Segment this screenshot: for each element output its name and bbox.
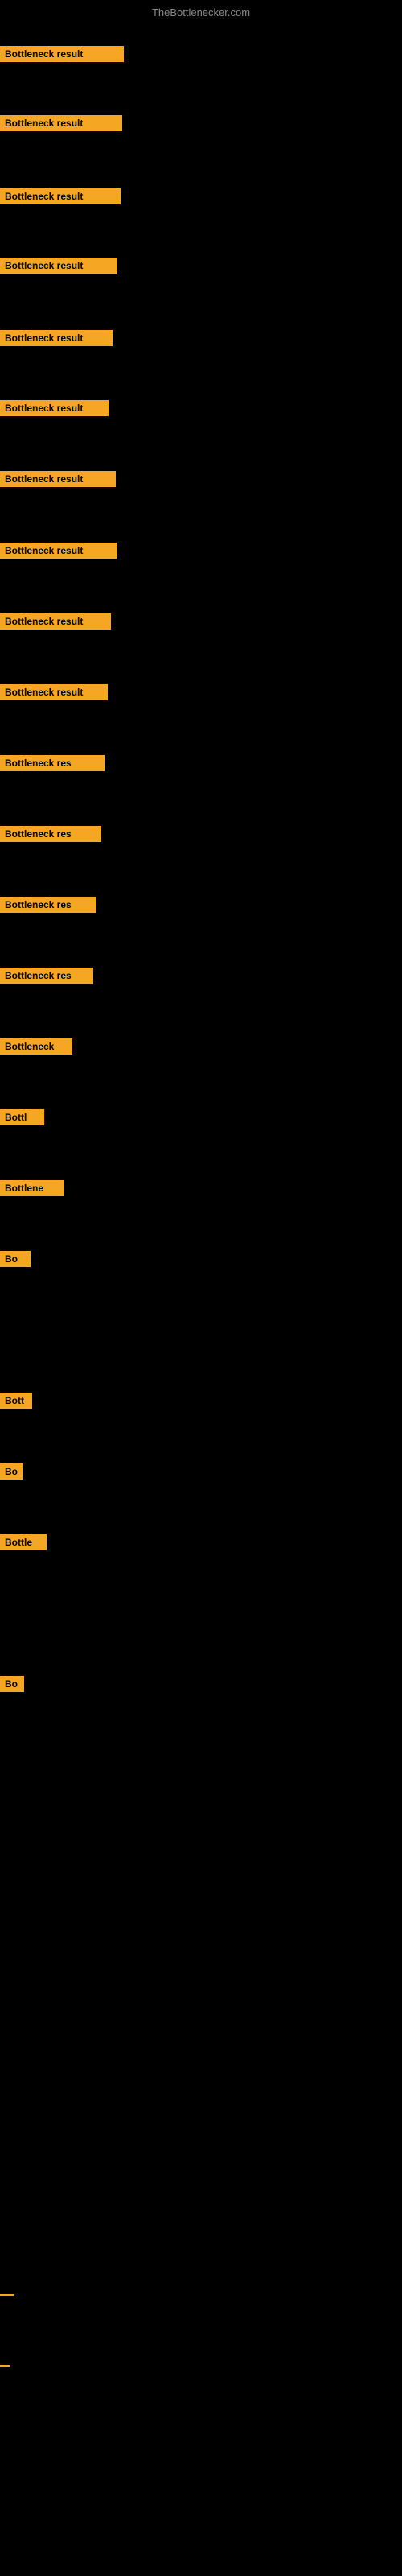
bar-line-0 bbox=[0, 2294, 14, 2296]
bottleneck-badge-13: Bottleneck res bbox=[0, 968, 93, 984]
bottleneck-badge-16: Bottlene bbox=[0, 1180, 64, 1196]
bottleneck-badge-3: Bottleneck result bbox=[0, 258, 117, 274]
bottleneck-badge-10: Bottleneck res bbox=[0, 755, 105, 771]
bottleneck-badge-18: Bott bbox=[0, 1393, 32, 1409]
bar-line-1 bbox=[0, 2365, 10, 2367]
bottleneck-badge-4: Bottleneck result bbox=[0, 330, 113, 346]
bottleneck-badge-12: Bottleneck res bbox=[0, 897, 96, 913]
bottleneck-badge-19: Bo bbox=[0, 1463, 23, 1480]
bottleneck-badge-20: Bottle bbox=[0, 1534, 47, 1550]
bottleneck-badge-6: Bottleneck result bbox=[0, 471, 116, 487]
bottleneck-badge-15: Bottl bbox=[0, 1109, 44, 1125]
bottleneck-badge-1: Bottleneck result bbox=[0, 115, 122, 131]
bottleneck-badge-21: Bo bbox=[0, 1676, 24, 1692]
bottleneck-badge-7: Bottleneck result bbox=[0, 543, 117, 559]
site-title: TheBottlenecker.com bbox=[0, 6, 402, 19]
bottleneck-badge-14: Bottleneck bbox=[0, 1038, 72, 1055]
bottleneck-badge-17: Bo bbox=[0, 1251, 31, 1267]
bottleneck-badge-8: Bottleneck result bbox=[0, 613, 111, 630]
bottleneck-badge-2: Bottleneck result bbox=[0, 188, 121, 204]
bottleneck-badge-0: Bottleneck result bbox=[0, 46, 124, 62]
bottleneck-badge-11: Bottleneck res bbox=[0, 826, 101, 842]
bottleneck-badge-9: Bottleneck result bbox=[0, 684, 108, 700]
bottleneck-badge-5: Bottleneck result bbox=[0, 400, 109, 416]
